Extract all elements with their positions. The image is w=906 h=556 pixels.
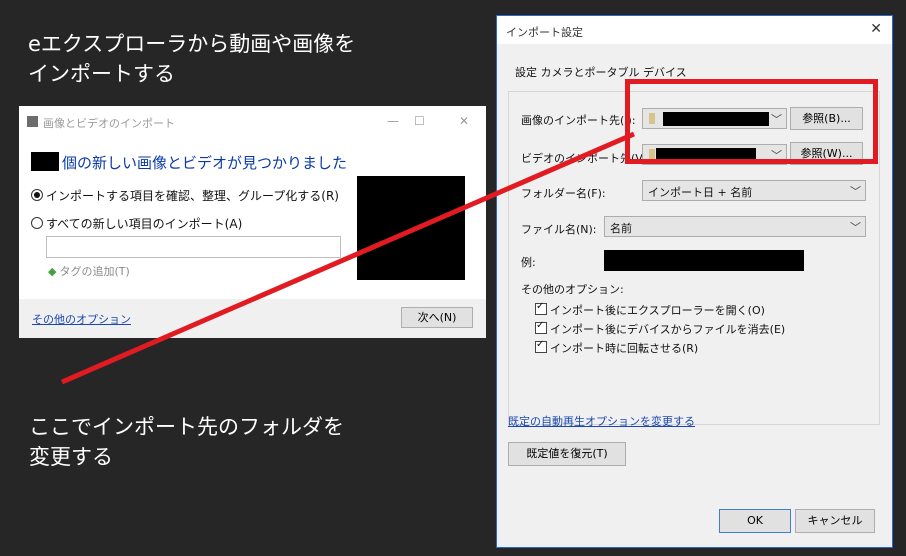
autoplay-options-link[interactable]: 既定の自動再生オプションを変更する (508, 413, 695, 429)
restore-defaults-button[interactable]: 既定値を復元(T) (508, 442, 626, 466)
window-footer: その他のオプション 次へ(N) (19, 299, 486, 338)
other-options-label: その他のオプション: (521, 283, 624, 296)
tag-input[interactable] (46, 236, 341, 258)
cancel-button[interactable]: キャンセル (795, 509, 875, 533)
next-button[interactable]: 次へ(N) (401, 307, 473, 328)
redacted-example (604, 250, 804, 271)
preview-thumbnail (357, 176, 465, 280)
open-explorer-checkbox[interactable]: インポート後にエクスプローラーを開く(O) (535, 301, 765, 318)
close-button[interactable]: ✕ (459, 114, 469, 128)
more-options-link[interactable]: その他のオプション (32, 311, 131, 327)
minimize-button[interactable]: — (387, 114, 399, 128)
folder-name-select[interactable]: インポート日 + 名前 ﹀ (642, 180, 866, 201)
option-review-organize[interactable]: インポートする項目を確認、整理、グループ化する(R) (31, 187, 339, 204)
maximize-button[interactable]: ☐ (414, 114, 425, 128)
dialog-title: インポート設定 (506, 26, 583, 39)
chevron-down-icon: ﹀ (850, 221, 861, 234)
import-photos-window: 画像とビデオのインポート — ☐ ✕ 個の新しい画像とビデオが見つかりました イ… (19, 106, 486, 338)
rotate-on-import-checkbox[interactable]: インポート時に回転させる(R) (535, 339, 698, 356)
headline-text: 個の新しい画像とビデオが見つかりました (62, 154, 348, 172)
highlight-box (625, 79, 878, 164)
tag-icon: ◆ (48, 265, 57, 278)
dialog-footer: OK キャンセル (497, 501, 892, 547)
window-app-icon (27, 116, 38, 127)
redacted-count (31, 152, 59, 171)
ok-button[interactable]: OK (719, 509, 791, 533)
found-items-headline: 個の新しい画像とビデオが見つかりました (31, 152, 347, 173)
option-import-all[interactable]: すべての新しい項目のインポート(A) (31, 215, 242, 232)
file-name-label: ファイル名(N): (521, 223, 597, 236)
window-title: 画像とビデオのインポート (43, 117, 175, 130)
checkbox-checked-icon (535, 339, 547, 353)
checkbox-checked-icon (535, 320, 547, 334)
dialog-close-button[interactable]: ✕ (870, 21, 882, 37)
checkbox-checked-icon (535, 301, 547, 315)
annotation-bottom: ここでインポート先のフォルダを 変更する (29, 415, 344, 469)
folder-name-label: フォルダー名(F): (521, 187, 606, 200)
chevron-down-icon: ﹀ (850, 185, 861, 198)
dialog-title-bar: インポート設定 ✕ (497, 16, 892, 44)
annotation-top: eエクスプローラから動画や画像を インポートする (28, 32, 356, 86)
add-tag-link[interactable]: ◆ タグの追加(T) (48, 263, 130, 279)
radio-selected-icon (31, 189, 43, 201)
example-label: 例: (521, 256, 536, 269)
radio-unselected-icon (31, 217, 43, 229)
erase-after-import-checkbox[interactable]: インポート後にデバイスからファイルを消去(E) (535, 320, 785, 337)
image-dest-label: 画像のインポート先(I): (521, 114, 636, 127)
file-name-select[interactable]: 名前 ﹀ (604, 216, 866, 237)
settings-group-title: 設定 カメラとポータブル デバイス (513, 64, 689, 80)
title-bar: 画像とビデオのインポート — ☐ ✕ (19, 106, 486, 138)
